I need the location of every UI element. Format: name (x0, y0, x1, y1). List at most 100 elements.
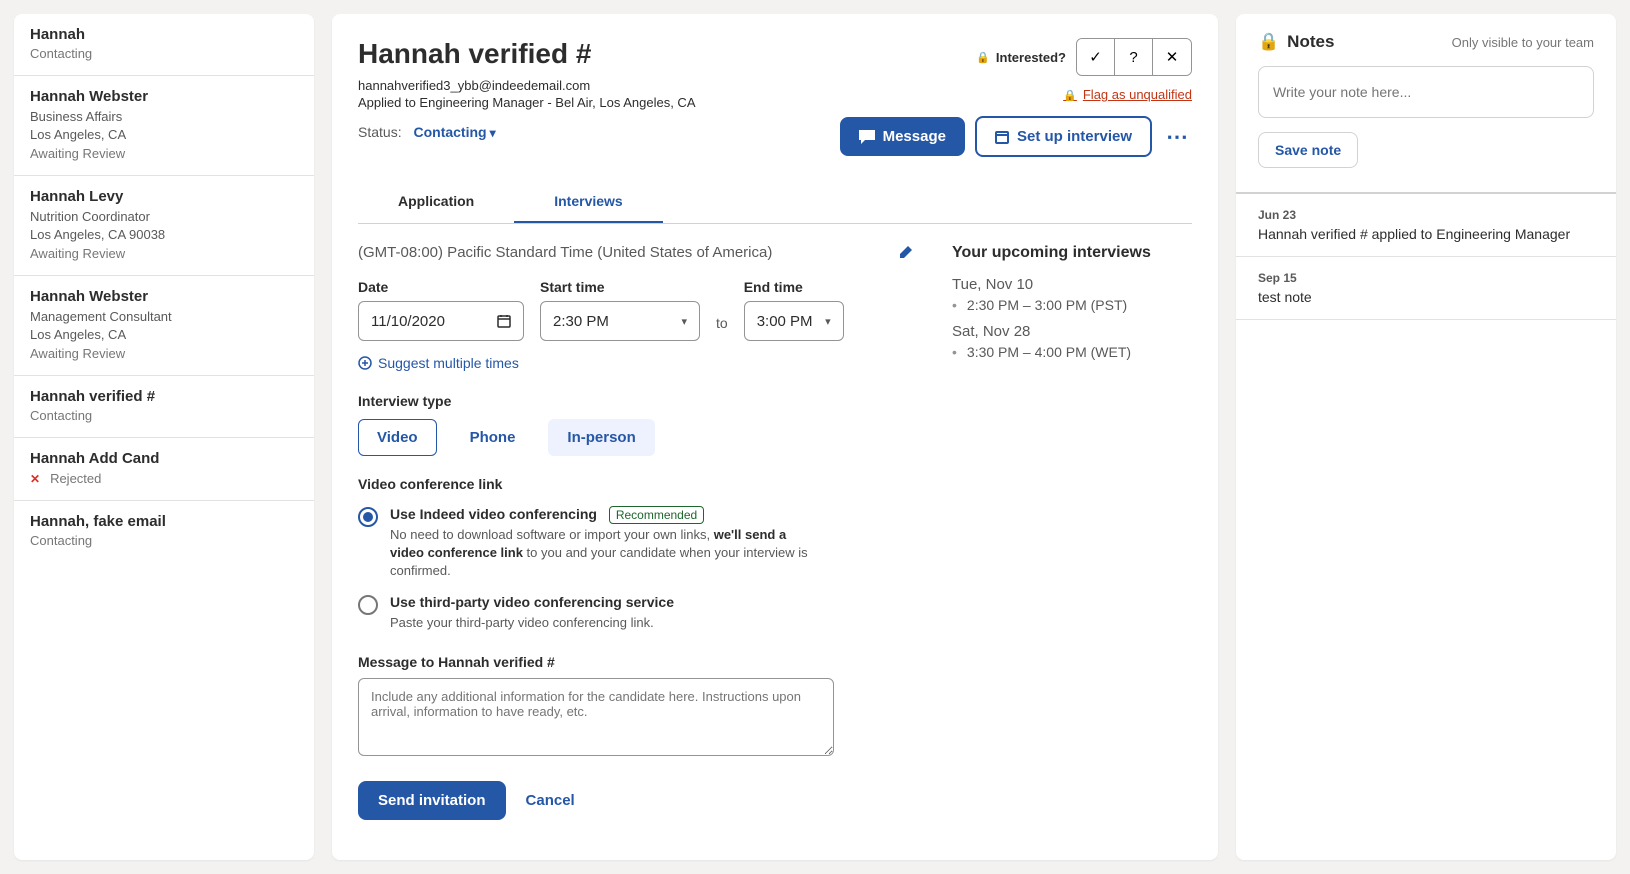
message-button[interactable]: Message (840, 117, 965, 156)
radio-third-party-desc: Paste your third-party video conferencin… (390, 614, 674, 632)
type-video-pill[interactable]: Video (358, 419, 437, 456)
x-icon: ✕ (30, 472, 40, 486)
suggest-link-text: Suggest multiple times (378, 355, 519, 371)
candidate-status: Awaiting Review (30, 246, 298, 261)
start-time-select[interactable]: 2:30 PM ▾ (540, 301, 700, 341)
candidate-detail-line: Business Affairs (30, 108, 298, 126)
interested-no-button[interactable]: ✕ (1153, 39, 1191, 75)
candidate-name: Hannah verified # (30, 388, 298, 405)
candidate-status: Contacting (30, 408, 298, 423)
message-icon (859, 130, 875, 144)
candidate-detail-line: Los Angeles, CA (30, 326, 298, 344)
more-actions-button[interactable]: ⋯ (1162, 124, 1192, 150)
note-text: test note (1258, 289, 1594, 305)
notes-panel: 🔒 Notes Only visible to your team Save n… (1236, 14, 1616, 860)
interested-label: 🔒 Interested? (976, 50, 1066, 65)
end-time-label: End time (744, 279, 844, 295)
start-time-value: 2:30 PM (553, 313, 609, 330)
upcoming-item: Tue, Nov 10 2:30 PM – 3:00 PM (PST) (952, 276, 1192, 313)
date-input[interactable]: 11/10/2020 (358, 301, 524, 341)
note-text: Hannah verified # applied to Engineering… (1258, 226, 1594, 242)
lock-icon: 🔒 (1258, 32, 1279, 52)
interested-yes-button[interactable]: ✓ (1077, 39, 1115, 75)
tabs: Application Interviews (358, 181, 1192, 224)
setup-interview-button[interactable]: Set up interview (975, 116, 1152, 157)
candidate-status: Contacting (30, 46, 298, 61)
notes-subtitle: Only visible to your team (1452, 35, 1594, 50)
tab-application[interactable]: Application (358, 181, 514, 223)
page-title: Hannah verified # (358, 38, 696, 70)
radio-third-party[interactable] (358, 595, 378, 615)
candidate-row[interactable]: Hannah verified # Contacting (14, 376, 314, 438)
candidate-list: Hannah Contacting Hannah Webster Business A… (14, 14, 314, 860)
candidate-name: Hannah Levy (30, 188, 298, 205)
upcoming-date: Tue, Nov 10 (952, 276, 1192, 293)
interested-maybe-button[interactable]: ? (1115, 39, 1153, 75)
tab-interviews[interactable]: Interviews (514, 181, 662, 223)
flag-unqualified-link[interactable]: Flag as unqualified (1063, 87, 1192, 102)
chevron-down-icon: ▾ (681, 315, 687, 328)
start-time-label: Start time (540, 279, 700, 295)
note-date: Jun 23 (1258, 208, 1594, 222)
status-value-text: Contacting (413, 124, 486, 140)
candidate-name: Hannah Add Cand (30, 450, 298, 467)
candidate-detail-line: Management Consultant (30, 308, 298, 326)
note-input[interactable] (1258, 66, 1594, 118)
candidate-name: Hannah Webster (30, 288, 298, 305)
setup-interview-label: Set up interview (1017, 128, 1132, 145)
status-label: Status: (358, 124, 402, 140)
candidate-detail-line: Los Angeles, CA (30, 126, 298, 144)
candidate-detail-line: Nutrition Coordinator (30, 208, 298, 226)
candidate-detail: Hannah verified # hannahverified3_ybb@in… (332, 14, 1218, 860)
applied-to: Applied to Engineering Manager - Bel Air… (358, 95, 696, 110)
candidate-row[interactable]: Hannah Levy Nutrition CoordinatorLos Ange… (14, 176, 314, 276)
calendar-picker-icon (497, 314, 511, 328)
radio-third-party-title: Use third-party video conferencing servi… (390, 594, 674, 610)
timezone-text: (GMT-08:00) Pacific Standard Time (Unite… (358, 244, 772, 261)
candidate-row[interactable]: Hannah Webster Business AffairsLos Angele… (14, 76, 314, 176)
note-log-item: Jun 23 Hannah verified # applied to Engi… (1236, 194, 1616, 257)
send-invitation-button[interactable]: Send invitation (358, 781, 506, 820)
interview-type-label: Interview type (358, 393, 912, 409)
candidate-row[interactable]: Hannah Contacting (14, 14, 314, 76)
candidate-status: Contacting (30, 533, 298, 548)
candidate-status: Awaiting Review (30, 146, 298, 161)
save-note-button[interactable]: Save note (1258, 132, 1358, 168)
note-log-item: Sep 15 test note (1236, 257, 1616, 320)
date-value: 11/10/2020 (371, 313, 445, 330)
date-label: Date (358, 279, 524, 295)
upcoming-time: 3:30 PM – 4:00 PM (WET) (952, 344, 1192, 360)
candidate-name: Hannah Webster (30, 88, 298, 105)
upcoming-item: Sat, Nov 28 3:30 PM – 4:00 PM (WET) (952, 323, 1192, 360)
interested-label-text: Interested? (996, 50, 1066, 65)
suggest-multiple-times-link[interactable]: Suggest multiple times (358, 355, 519, 371)
video-conf-label: Video conference link (358, 476, 912, 492)
end-time-value: 3:00 PM (757, 313, 813, 330)
to-label: to (716, 315, 728, 341)
type-inperson-pill[interactable]: In-person (548, 419, 654, 456)
candidate-row[interactable]: Hannah, fake emailContacting (14, 501, 314, 562)
recommended-badge: Recommended (609, 506, 704, 524)
radio-indeed-title: Use Indeed video conferencing (390, 506, 597, 522)
candidate-status: Awaiting Review (30, 346, 298, 361)
candidate-row[interactable]: Hannah Webster Management ConsultantLos A… (14, 276, 314, 376)
edit-timezone-button[interactable] (898, 246, 912, 260)
chevron-down-icon: ▾ (490, 126, 496, 140)
end-time-select[interactable]: 3:00 PM ▾ (744, 301, 844, 341)
rejected-label: Rejected (50, 471, 101, 486)
plus-circle-icon (358, 356, 372, 370)
radio-indeed-video[interactable] (358, 507, 378, 527)
candidate-row[interactable]: Hannah Add Cand ✕ Rejected (14, 438, 314, 501)
status-dropdown[interactable]: Contacting ▾ (413, 124, 495, 140)
candidate-name: Hannah (30, 26, 298, 43)
note-date: Sep 15 (1258, 271, 1594, 285)
type-phone-pill[interactable]: Phone (451, 419, 535, 456)
message-label: Message to Hannah verified # (358, 654, 912, 670)
notes-title: Notes (1287, 32, 1334, 52)
lock-icon: 🔒 (976, 51, 990, 64)
cancel-link[interactable]: Cancel (526, 792, 575, 809)
candidate-detail-line: Los Angeles, CA 90038 (30, 226, 298, 244)
message-button-label: Message (883, 128, 946, 145)
radio-indeed-desc: No need to download software or import y… (390, 526, 810, 580)
message-textarea[interactable] (358, 678, 834, 756)
